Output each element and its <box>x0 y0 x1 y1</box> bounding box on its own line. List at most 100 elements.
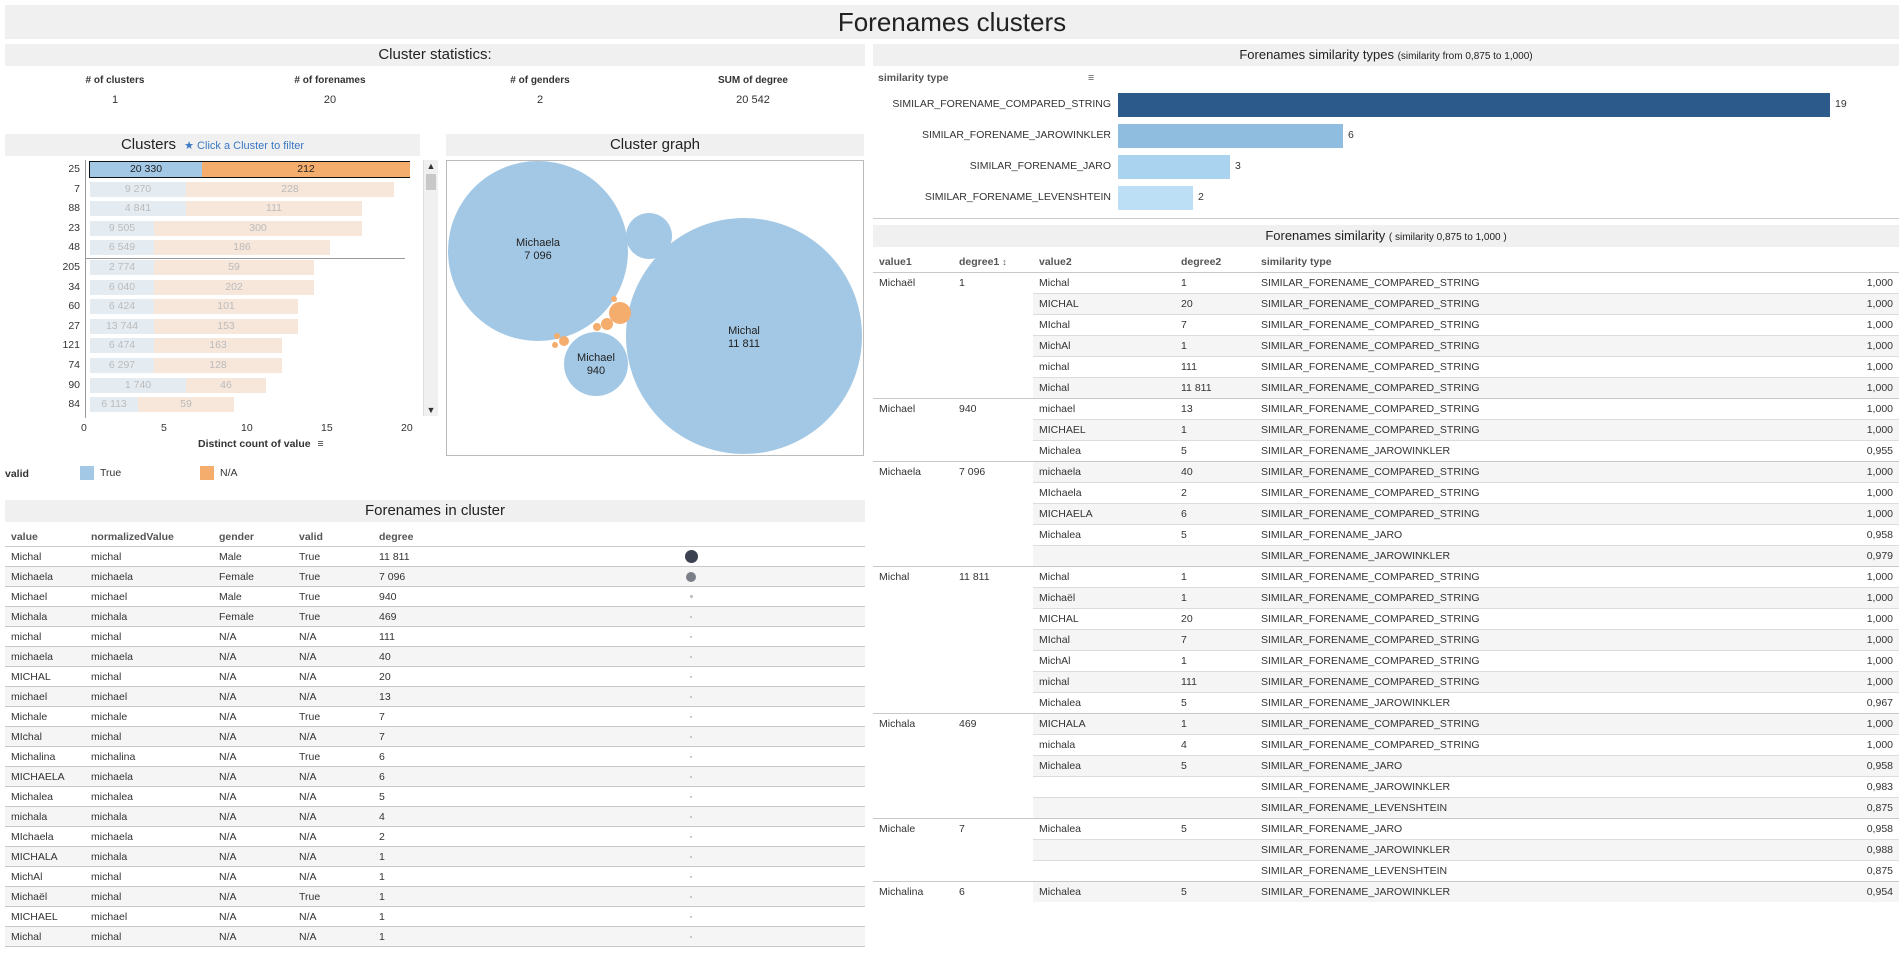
table-row[interactable]: MichAl 1 SIMILAR_FORENAME_COMPARED_STRING 1… <box>873 335 1899 357</box>
table-row[interactable]: Michalea 5 SIMILAR_FORENAME_JAROWINKLER 0,9… <box>873 692 1899 714</box>
table-row[interactable]: Michal 11 811 SIMILAR_FORENAME_COMPARED_ST… <box>873 377 1899 399</box>
col-degree2[interactable]: degree2 <box>1175 252 1255 273</box>
cluster-bar-true[interactable]: 9 270 <box>90 181 186 197</box>
sort-az-icon[interactable]: ↕ <box>1002 257 1007 267</box>
table-row[interactable]: MIchal 7 SIMILAR_FORENAME_COMPARED_STRING 1… <box>873 314 1899 336</box>
col-degree1[interactable]: degree1 ↕ <box>953 252 1033 273</box>
table-row[interactable]: Michale 7 Michalea 5 SIMILAR_FORENAME_JARO 0,… <box>873 818 1899 840</box>
table-row[interactable]: Michaela michaela Female True 7 096 <box>5 566 865 587</box>
simtype-row[interactable]: SIMILAR_FORENAME_JAROWINKLER 6 <box>873 122 1899 150</box>
scroll-down-icon[interactable]: ▼ <box>424 404 438 416</box>
legend-item-na[interactable]: N/A <box>200 466 238 480</box>
sort-icon[interactable]: ≡ <box>1088 72 1094 84</box>
cluster-bar-true[interactable]: 9 505 <box>90 220 154 236</box>
table-row[interactable]: michaela michaela N/A N/A 40 <box>5 646 865 667</box>
table-row[interactable]: michal 111 SIMILAR_FORENAME_COMPARED_STRIN… <box>873 356 1899 378</box>
cluster-row[interactable]: 48 6 549 186 <box>5 239 410 258</box>
cluster-bar-true[interactable]: 2 774 <box>90 260 154 275</box>
table-row[interactable]: MichAl michal N/A N/A 1 <box>5 866 865 887</box>
table-row[interactable]: Michalea 5 SIMILAR_FORENAME_JARO 0,958 <box>873 755 1899 777</box>
cluster-bar-na[interactable]: 153 <box>154 318 298 334</box>
simtype-bar[interactable] <box>1118 124 1343 148</box>
col-degree[interactable]: degree <box>373 528 655 547</box>
table-row[interactable]: SIMILAR_FORENAME_JAROWINKLER 0,979 <box>873 545 1899 567</box>
table-row[interactable]: Michaël 1 Michal 1 SIMILAR_FORENAME_COMPARED… <box>873 272 1899 294</box>
cluster-row[interactable]: 60 6 424 101 <box>5 298 410 317</box>
table-row[interactable]: SIMILAR_FORENAME_JAROWINKLER 0,988 <box>873 839 1899 861</box>
table-row[interactable]: Michalea 5 SIMILAR_FORENAME_JAROWINKLER 0,9… <box>873 440 1899 462</box>
table-row[interactable]: MICHAL 20 SIMILAR_FORENAME_COMPARED_STRING… <box>873 293 1899 315</box>
cluster-row[interactable]: 23 9 505 300 <box>5 220 410 239</box>
table-row[interactable]: Michalina 6 Michalea 5 SIMILAR_FORENAME_JARO… <box>873 881 1899 902</box>
table-row[interactable]: SIMILAR_FORENAME_LEVENSHTEIN 0,875 <box>873 797 1899 819</box>
cluster-bar-na[interactable]: 128 <box>154 358 282 373</box>
cluster-row[interactable]: 25 20 330 212 <box>5 161 410 180</box>
table-row[interactable]: Michal 11 811 Michal 1 SIMILAR_FORENAME_COMP… <box>873 566 1899 588</box>
cluster-bar-na[interactable]: 59 <box>138 397 234 413</box>
cluster-bar-na[interactable]: 202 <box>154 279 314 295</box>
bubble-na[interactable] <box>559 336 569 346</box>
cluster-bar-true[interactable]: 6 549 <box>90 240 154 256</box>
cluster-row[interactable]: 88 4 841 111 <box>5 200 410 219</box>
table-row[interactable]: MIchaela michaela N/A N/A 2 <box>5 826 865 847</box>
bubble-na[interactable] <box>611 296 617 302</box>
col-value1[interactable]: value1 <box>873 252 953 273</box>
table-row[interactable]: SIMILAR_FORENAME_JAROWINKLER 0,983 <box>873 776 1899 798</box>
table-row[interactable]: Michala michala Female True 469 <box>5 606 865 627</box>
simtype-bar[interactable] <box>1118 93 1830 117</box>
simtype-bar[interactable] <box>1118 186 1193 210</box>
cluster-row[interactable]: 84 6 113 59 <box>5 396 410 415</box>
table-row[interactable]: MICHAL michal N/A N/A 20 <box>5 666 865 687</box>
simtype-row[interactable]: SIMILAR_FORENAME_LEVENSHTEIN 2 <box>873 184 1899 212</box>
table-row[interactable]: michal 111 SIMILAR_FORENAME_COMPARED_STRIN… <box>873 671 1899 693</box>
cluster-bar-na[interactable]: 59 <box>154 260 314 275</box>
bubble-na[interactable] <box>552 342 558 348</box>
table-row[interactable]: michala 4 SIMILAR_FORENAME_COMPARED_STRING… <box>873 734 1899 756</box>
table-row[interactable]: MICHAELA 6 SIMILAR_FORENAME_COMPARED_STRIN… <box>873 503 1899 525</box>
cluster-bar-true[interactable]: 6 424 <box>90 299 154 315</box>
cluster-bar-true[interactable]: 6 474 <box>90 338 154 354</box>
table-row[interactable]: MIchal 7 SIMILAR_FORENAME_COMPARED_STRING 1… <box>873 629 1899 651</box>
cluster-bar-na[interactable]: 101 <box>154 299 298 315</box>
cluster-bar-na[interactable]: 228 <box>186 181 394 197</box>
table-row[interactable]: michal michal N/A N/A 111 <box>5 626 865 647</box>
table-row[interactable]: MIchaela 2 SIMILAR_FORENAME_COMPARED_STRIN… <box>873 482 1899 504</box>
simtypes-column-header[interactable]: similarity type ≡ <box>878 72 1098 84</box>
x-axis-label[interactable]: Distinct count of value ≡ <box>198 438 358 450</box>
cluster-bar-na[interactable]: 111 <box>186 201 362 217</box>
cluster-bar-na[interactable]: 300 <box>154 220 362 236</box>
table-row[interactable]: MICHAL 20 SIMILAR_FORENAME_COMPARED_STRING… <box>873 608 1899 630</box>
cluster-bar-true[interactable]: 4 841 <box>90 201 186 217</box>
bubble-na[interactable] <box>593 323 601 331</box>
table-row[interactable]: MICHAELA michaela N/A N/A 6 <box>5 766 865 787</box>
cluster-bar-true[interactable]: 6 040 <box>90 279 154 295</box>
col-similarity-type[interactable]: similarity type <box>1255 252 1827 273</box>
table-row[interactable]: MICHALA michala N/A N/A 1 <box>5 846 865 867</box>
bubble-na[interactable] <box>601 318 613 330</box>
scroll-thumb[interactable] <box>426 174 436 190</box>
table-row[interactable]: Michalea michalea N/A N/A 5 <box>5 786 865 807</box>
cluster-bar-na[interactable]: 46 <box>186 377 266 393</box>
table-row[interactable]: Michalea 5 SIMILAR_FORENAME_JARO 0,958 <box>873 524 1899 546</box>
table-row[interactable]: michala michala N/A N/A 4 <box>5 806 865 827</box>
col-gender[interactable]: gender <box>213 528 293 547</box>
table-row[interactable]: MICHAEL michael N/A N/A 1 <box>5 906 865 927</box>
table-row[interactable]: Michaël 1 SIMILAR_FORENAME_COMPARED_STRING… <box>873 587 1899 609</box>
col-value[interactable]: value <box>5 528 85 547</box>
sort-icon[interactable]: ≡ <box>318 438 324 450</box>
bubble-michael[interactable] <box>564 332 628 396</box>
col-normalized[interactable]: normalizedValue <box>85 528 213 547</box>
table-row[interactable]: MichAl 1 SIMILAR_FORENAME_COMPARED_STRING 1… <box>873 650 1899 672</box>
table-row[interactable]: Michaël michal N/A True 1 <box>5 886 865 907</box>
cluster-bar-true[interactable]: 6 113 <box>90 397 138 413</box>
cluster-bar-true[interactable]: 13 744 <box>90 318 154 334</box>
cluster-row[interactable]: 90 1 740 46 <box>5 377 410 396</box>
table-row[interactable]: Michala 469 MICHALA 1 SIMILAR_FORENAME_COMPA… <box>873 713 1899 735</box>
clusters-scrollbar[interactable]: ▲ ▼ <box>423 160 438 416</box>
table-row[interactable]: Michalina michalina N/A True 6 <box>5 746 865 767</box>
cluster-row[interactable]: 27 13 744 153 <box>5 318 410 337</box>
table-row[interactable]: MICHAEL 1 SIMILAR_FORENAME_COMPARED_STRING… <box>873 419 1899 441</box>
legend-item-true[interactable]: True <box>80 466 121 480</box>
table-row[interactable]: Michale michale N/A True 7 <box>5 706 865 727</box>
table-row[interactable]: Michal michal N/A N/A 1 <box>5 926 865 947</box>
